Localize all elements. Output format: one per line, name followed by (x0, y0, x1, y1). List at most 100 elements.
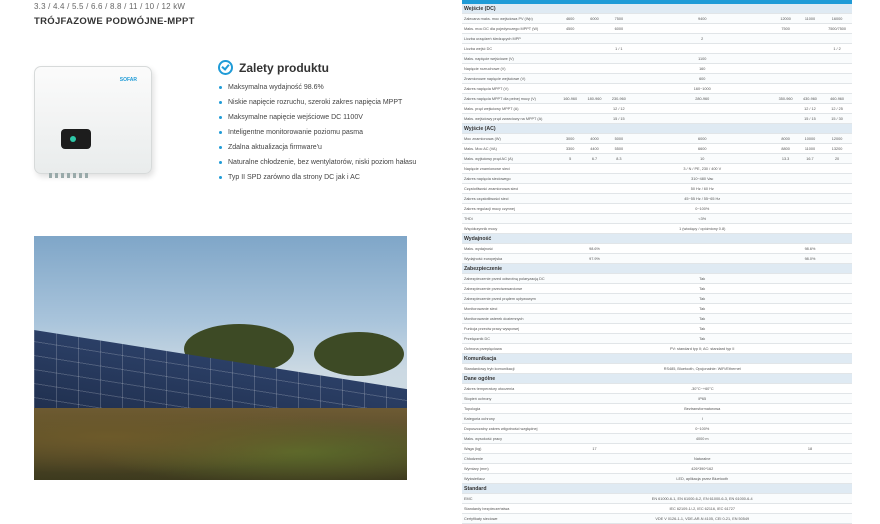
spec-value (582, 213, 607, 224)
spec-value: IP65 (631, 393, 774, 404)
spec-value (558, 103, 583, 114)
tree-shape (314, 332, 404, 376)
spec-value (606, 293, 632, 304)
spec-value (797, 273, 823, 284)
spec-value (773, 203, 798, 214)
spec-row: Zalecana maks. moc wejściowa PV (Wp) 4600… (462, 13, 852, 24)
spec-value: 13.3 (773, 153, 798, 164)
spec-value (606, 283, 632, 294)
spec-value (773, 213, 798, 224)
spec-value (606, 183, 632, 194)
spec-row: Monitorowanie sieci Tak (462, 303, 852, 314)
spec-value (606, 513, 632, 524)
spec-value (558, 463, 583, 474)
spec-value (797, 413, 823, 424)
spec-value: 7500/7500 (822, 23, 852, 34)
spec-row: Maks. prąd wejściowy MPPT (A) 12 / 12 12 /… (462, 103, 852, 114)
spec-value: 12000 (822, 133, 852, 144)
spec-value: 4500 (558, 23, 583, 34)
spec-value (822, 343, 852, 354)
spec-value (773, 333, 798, 344)
spec-value: 600 (631, 73, 774, 84)
spec-value (606, 433, 632, 444)
spec-row: Wymiary (mm) 426*390*162 (462, 463, 852, 474)
spec-value (558, 333, 583, 344)
spec-value (606, 343, 632, 354)
spec-value (822, 53, 852, 64)
spec-value (822, 503, 852, 514)
spec-value (558, 423, 583, 434)
spec-value (773, 313, 798, 324)
features-title-text: Zalety produktu (239, 60, 330, 75)
spec-label: Monitorowanie sieci (462, 303, 558, 314)
spec-sheet: Wejście (DC) Zalecana maks. moc wejściowa… (462, 0, 852, 524)
spec-value: 18 (797, 443, 823, 454)
spec-label: Zakres napięcia MPPT dla pełnej mocy (V) (462, 93, 558, 104)
spec-value (582, 103, 607, 114)
spec-row: Współczynnik mocy 1 (wiodący / opóźniony … (462, 223, 852, 234)
spec-value: Tak (631, 293, 774, 304)
spec-row: Wydajność europejska 97.9% 98.0% (462, 253, 852, 264)
spec-row: Przełącznik DC Tak (462, 333, 852, 344)
inverter-connectors (49, 173, 89, 178)
spec-value (773, 383, 798, 394)
feature-item: Zdalna aktualizacja firmware'u (219, 140, 416, 155)
spec-value (773, 423, 798, 434)
spec-value: 98.6% (582, 243, 607, 254)
spec-value: 160-960 (558, 93, 583, 104)
spec-row: Wyświetlacz LED, aplikacja przez Bluetoot… (462, 473, 852, 484)
spec-value (773, 273, 798, 284)
shrubs (34, 408, 407, 480)
spec-value (797, 513, 823, 524)
spec-value: 9400 (631, 13, 774, 24)
spec-value: 2 (631, 33, 774, 44)
features-list: Maksymalna wydajność 98.6% Niskie napięc… (219, 80, 416, 185)
spec-value (582, 303, 607, 314)
spec-value (606, 473, 632, 484)
spec-value (822, 513, 852, 524)
spec-value (606, 403, 632, 414)
spec-value: 6000 (582, 13, 607, 24)
spec-value (797, 473, 823, 484)
spec-value (797, 23, 823, 34)
left-column: 3.3 / 4.4 / 5.5 / 6.6 / 8.8 / 11 / 10 / … (0, 0, 440, 480)
section-header-row: Komunikacja (462, 353, 852, 364)
spec-label: Zabezpieczenie przed odwrotną polaryzacj… (462, 273, 558, 284)
spec-row: Maks. napięcie wejściowe (V) 1100 (462, 53, 852, 64)
spec-value (558, 213, 583, 224)
spec-row: Liczba wejść DC 1 / 1 1 / 2 (462, 43, 852, 54)
check-circle-icon (218, 60, 233, 75)
spec-value (606, 423, 632, 434)
spec-value (797, 423, 823, 434)
spec-value (773, 503, 798, 514)
spec-label: Przełącznik DC (462, 333, 558, 344)
spec-value: RS485, Bluetooth, Opcjonalnie: WiFi/Ethe… (631, 363, 774, 374)
spec-value (558, 393, 583, 404)
spec-value: 15 / 30 (822, 113, 852, 124)
spec-value (797, 293, 823, 304)
spec-row: Częstotliwość znamionowa sieci 50 Hz / 60… (462, 183, 852, 194)
spec-row: Zakres regulacji mocy czynnej 0~100% (462, 203, 852, 214)
spec-value (797, 223, 823, 234)
spec-value (822, 493, 852, 504)
spec-value (582, 283, 607, 294)
spec-value (582, 273, 607, 284)
spec-value (582, 23, 607, 34)
spec-value (797, 333, 823, 344)
spec-value (582, 53, 607, 64)
spec-value (822, 273, 852, 284)
spec-value (606, 273, 632, 284)
spec-label: Maks. wyjściowy prąd AC (A) (462, 153, 558, 164)
spec-value (773, 103, 798, 114)
spec-value (773, 83, 798, 94)
spec-row: Napięcie rozruchowe (V) 160 (462, 63, 852, 74)
spec-value (582, 163, 607, 174)
spec-label: Moc znamionowa (W) (462, 133, 558, 144)
spec-value (822, 223, 852, 234)
spec-label: Maks. Moc AC (VA) (462, 143, 558, 154)
spec-value (558, 243, 583, 254)
spec-label: Topologia (462, 403, 558, 414)
spec-value (773, 433, 798, 444)
feature-item: Maksymalna wydajność 98.6% (219, 80, 416, 95)
spec-label: Napięcie rozruchowe (V) (462, 63, 558, 74)
